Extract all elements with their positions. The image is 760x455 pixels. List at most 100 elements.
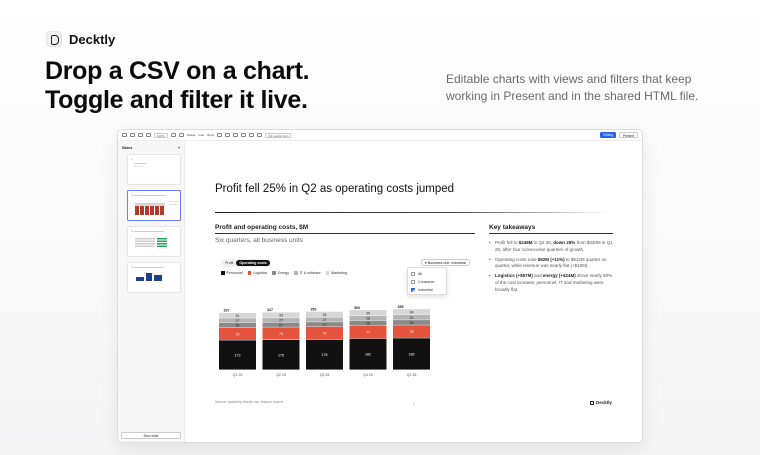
image-icon[interactable] — [178, 133, 184, 137]
slide-thumb-3[interactable]: 3 — [127, 226, 181, 257]
headline-line-2: Toggle and filter it live. — [45, 86, 308, 114]
view-toggle: Profit Operating costs — [221, 259, 271, 267]
checkbox-icon[interactable] — [411, 272, 415, 276]
link-icon[interactable] — [249, 133, 255, 137]
toggle-profit[interactable]: Profit — [222, 260, 236, 266]
title-rule — [215, 212, 610, 213]
brand: Decktly — [46, 31, 115, 47]
takeaways-title[interactable]: Key takeaways — [489, 224, 535, 231]
data-label: 76 — [323, 332, 327, 336]
text-icon[interactable] — [170, 133, 176, 137]
takeaway-item[interactable]: Logistics (+$57M) and energy (+$24M) dro… — [489, 273, 615, 293]
chart-subtitle[interactable]: Six quarters, all business units — [215, 237, 303, 244]
data-label: 30 — [410, 321, 414, 325]
filter-option-industrial[interactable]: Industrial — [411, 286, 443, 294]
data-label: 173 — [235, 353, 241, 357]
legend-swatch — [221, 271, 225, 275]
slides-header: Slides + — [118, 141, 184, 153]
bold-icon[interactable] — [217, 133, 223, 137]
legend-item: Personnel — [221, 271, 243, 275]
tagline: Editable charts with views and filters t… — [446, 72, 699, 103]
data-label: 185 — [409, 352, 415, 356]
decktly-logo-icon — [590, 400, 594, 405]
text-style-select[interactable]: Body — [207, 133, 214, 137]
legend-item: IT & software — [294, 271, 321, 275]
new-slide-button[interactable]: New slide — [121, 432, 181, 439]
x-tick-label: Q1 26 — [407, 373, 417, 377]
data-source-select[interactable]: Q2 results.html — [265, 132, 292, 138]
chart-title[interactable]: Profit and operating costs, $M — [215, 224, 308, 231]
legend-swatch — [272, 271, 276, 275]
legend-label: Energy — [277, 271, 290, 275]
toggle-operating-costs[interactable]: Operating costs — [236, 260, 270, 266]
slide-thumb-4[interactable]: 4 — [127, 262, 181, 293]
headline-line-1: Drop a CSV on a chart. — [45, 57, 310, 85]
undo-icon[interactable] — [130, 133, 135, 137]
zoom-select[interactable]: 100% — [154, 132, 168, 138]
x-tick-label: Q2 25 — [276, 373, 286, 377]
data-label: 28 — [366, 317, 370, 321]
editing-button[interactable]: Editing — [600, 132, 616, 138]
data-label: 76 — [410, 330, 414, 334]
headline: Drop a CSV on a chart. Toggle and filter… — [45, 57, 310, 115]
redo-icon[interactable] — [138, 133, 143, 137]
slide-thumb-1[interactable]: 1 — [127, 154, 181, 185]
total-label: 347 — [267, 308, 273, 312]
chart-source: Source: quarterly results csv, finance e… — [215, 400, 283, 404]
option-label: All — [418, 272, 422, 276]
align-icon[interactable] — [233, 133, 239, 137]
data-label: 74 — [279, 332, 283, 336]
data-label: 77 — [366, 331, 370, 335]
legend-label: Personnel — [226, 271, 243, 275]
slides-sidebar: Slides + 1 2 3 4 New slide — [118, 141, 185, 442]
filter-dropdown: All Consumer Industrial — [407, 267, 447, 295]
chart-legend: Personnel Logistics Energy IT & software… — [221, 271, 347, 275]
filter-option-consumer[interactable]: Consumer — [411, 278, 443, 286]
legend-label: Logistics — [253, 271, 268, 275]
data-label: 176 — [322, 353, 328, 357]
slide-thumb-number: 2 — [131, 193, 133, 197]
data-label: 182 — [365, 353, 371, 357]
data-label: 27 — [279, 323, 283, 327]
checkbox-icon[interactable] — [411, 280, 415, 284]
slide-thumb-number: 4 — [131, 265, 133, 269]
brand-name: Decktly — [69, 31, 116, 47]
legend-swatch — [325, 271, 330, 275]
legend-item: Marketing — [325, 271, 347, 275]
x-tick-label: Q4 25 — [363, 373, 373, 377]
slide-title[interactable]: Profit fell 25% in Q2 as operating costs… — [215, 183, 454, 195]
data-label: 27 — [323, 323, 327, 327]
list-icon[interactable] — [241, 133, 247, 137]
shape-menu[interactable]: Shape — [187, 133, 196, 137]
checkbox-checked-icon[interactable] — [411, 288, 415, 292]
app-window: 100% Shape Inter Body Q2 results.html Ed… — [117, 129, 643, 443]
x-tick-label: Q3 25 — [320, 373, 330, 377]
legend-label: IT & software — [299, 271, 321, 275]
data-label: 27 — [279, 319, 283, 323]
font-select[interactable]: Inter — [198, 133, 204, 137]
option-label: Industrial — [418, 288, 433, 292]
data-label: 35 — [366, 311, 370, 315]
takeaways-rule — [489, 233, 613, 234]
takeaway-item[interactable]: Profit fell to $248M in Q2 26, down 25% … — [489, 240, 615, 254]
legend-item: Energy — [272, 271, 289, 275]
slide-thumb-2[interactable]: 2 — [127, 190, 181, 221]
data-label: 33 — [279, 314, 283, 318]
business-unit-filter[interactable]: ▾ Business unit: Industrial — [421, 259, 470, 266]
data-label: 34 — [323, 313, 327, 317]
italic-icon[interactable] — [225, 133, 231, 137]
chart-icon[interactable] — [257, 133, 263, 137]
takeaway-item[interactable]: Operating costs rose $92M (+11%) to $912… — [489, 257, 615, 271]
legend-swatch — [247, 271, 252, 275]
menu-icon[interactable] — [122, 133, 127, 137]
slide-canvas: Profit fell 25% in Q2 as operating costs… — [186, 141, 642, 442]
filter-option-all[interactable]: All — [411, 270, 443, 278]
add-slide-icon[interactable]: + — [178, 146, 180, 150]
total-label: 360 — [354, 306, 360, 310]
x-tick-label: Q1 25 — [233, 373, 243, 377]
present-button[interactable]: Present — [619, 132, 638, 138]
stacked-bar-chart[interactable]: 17372302731337Q1 2517574272733347Q2 2517… — [211, 277, 431, 389]
copy-icon[interactable] — [146, 133, 151, 137]
total-label: 352 — [311, 308, 317, 312]
decktly-logo-icon — [46, 31, 62, 47]
